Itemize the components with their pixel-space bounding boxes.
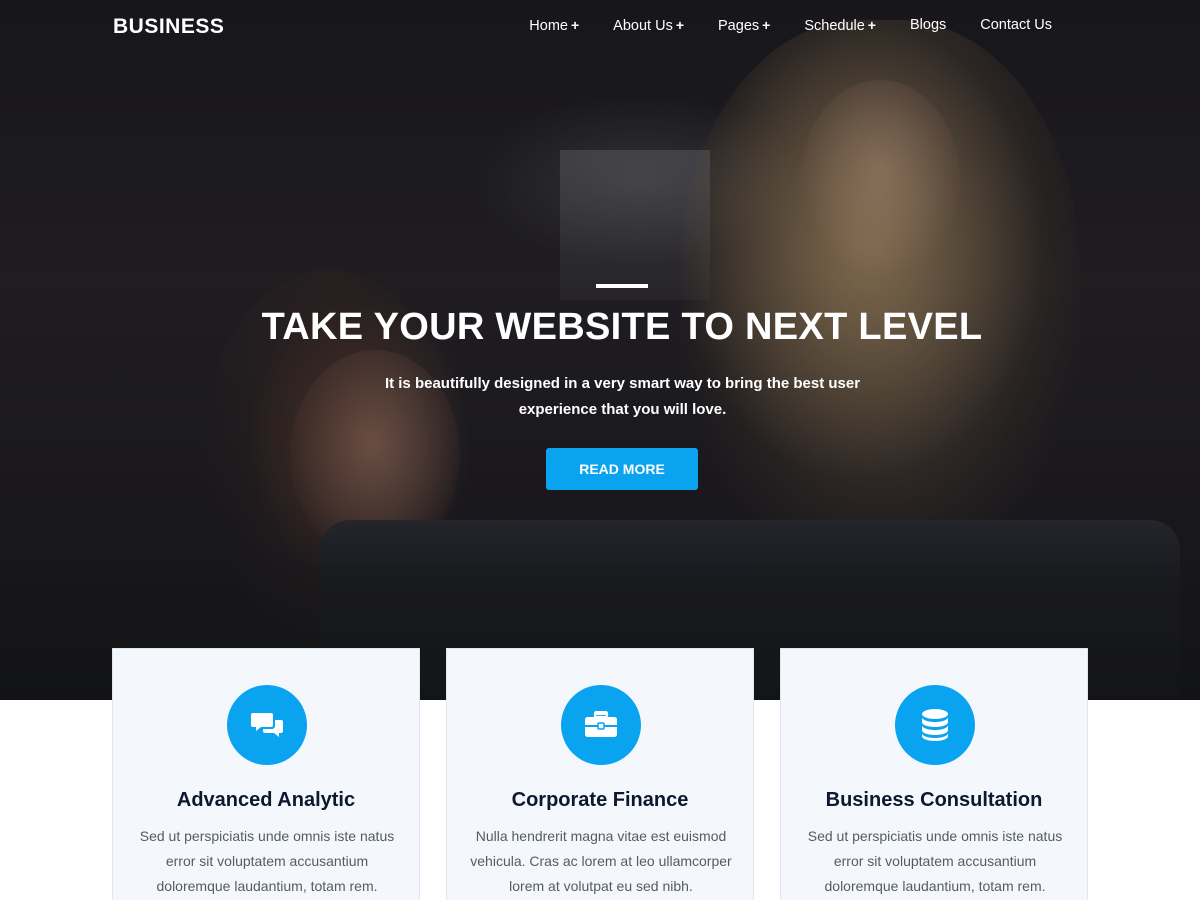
nav-item-label: Pages xyxy=(718,18,760,34)
service-title: Advanced Analytic xyxy=(176,789,356,811)
database-icon xyxy=(895,685,975,765)
service-title: Corporate Finance xyxy=(511,789,689,811)
plus-icon: + xyxy=(762,17,771,33)
chat-bubbles-icon xyxy=(227,685,307,765)
nav-menu: Home + About Us + Pages + Schedule + Blogs C… xyxy=(495,17,1052,34)
nav-item-home[interactable]: Home + xyxy=(529,17,579,34)
read-more-button[interactable]: READ MORE xyxy=(546,448,698,490)
nav-item-label: Schedule xyxy=(804,18,865,34)
plus-icon: + xyxy=(675,17,685,33)
hero-section: BUSINESS Home + About Us + Pages + Schedule… xyxy=(0,0,1200,700)
service-title: Business Consultation xyxy=(825,789,1043,811)
brand-logo[interactable]: BUSINESS xyxy=(113,15,224,39)
service-card-business-consultation: Business Consultation Sed ut perspiciati… xyxy=(780,648,1088,900)
service-description: Sed ut perspiciatis unde omnis iste natu… xyxy=(139,828,395,894)
service-description: Sed ut perspiciatis unde omnis iste natu… xyxy=(807,828,1063,894)
service-card-corporate-finance: Corporate Finance Nulla hendrerit magna … xyxy=(446,648,754,900)
nav-item-contact-us[interactable]: Contact Us xyxy=(980,17,1052,34)
nav-item-label: Blogs xyxy=(909,17,947,33)
service-card-advanced-analytic: Advanced Analytic Sed ut perspiciatis un… xyxy=(112,648,420,900)
hero-divider xyxy=(596,284,648,288)
service-description: Nulla hendrerit magna vitae est euismod … xyxy=(470,828,732,894)
nav-item-label: Home xyxy=(529,18,568,34)
plus-icon: + xyxy=(867,17,876,33)
nav-item-blogs[interactable]: Blogs xyxy=(910,17,946,34)
nav-item-label: About Us xyxy=(613,18,673,34)
nav-item-schedule[interactable]: Schedule + xyxy=(804,17,876,34)
nav-item-label: Contact Us xyxy=(980,17,1052,33)
plus-icon: + xyxy=(570,17,580,33)
hero-overlay xyxy=(0,0,1200,700)
nav-item-pages[interactable]: Pages + xyxy=(718,17,770,34)
hero-subtitle: It is beautifully designed in a very sma… xyxy=(384,375,861,418)
hero-title: TAKE YOUR WEBSITE TO NEXT LEVEL xyxy=(261,306,983,348)
nav-item-about-us[interactable]: About Us + xyxy=(613,17,684,34)
navbar: BUSINESS Home + About Us + Pages + Schedule… xyxy=(0,0,1200,52)
briefcase-icon xyxy=(561,685,641,765)
